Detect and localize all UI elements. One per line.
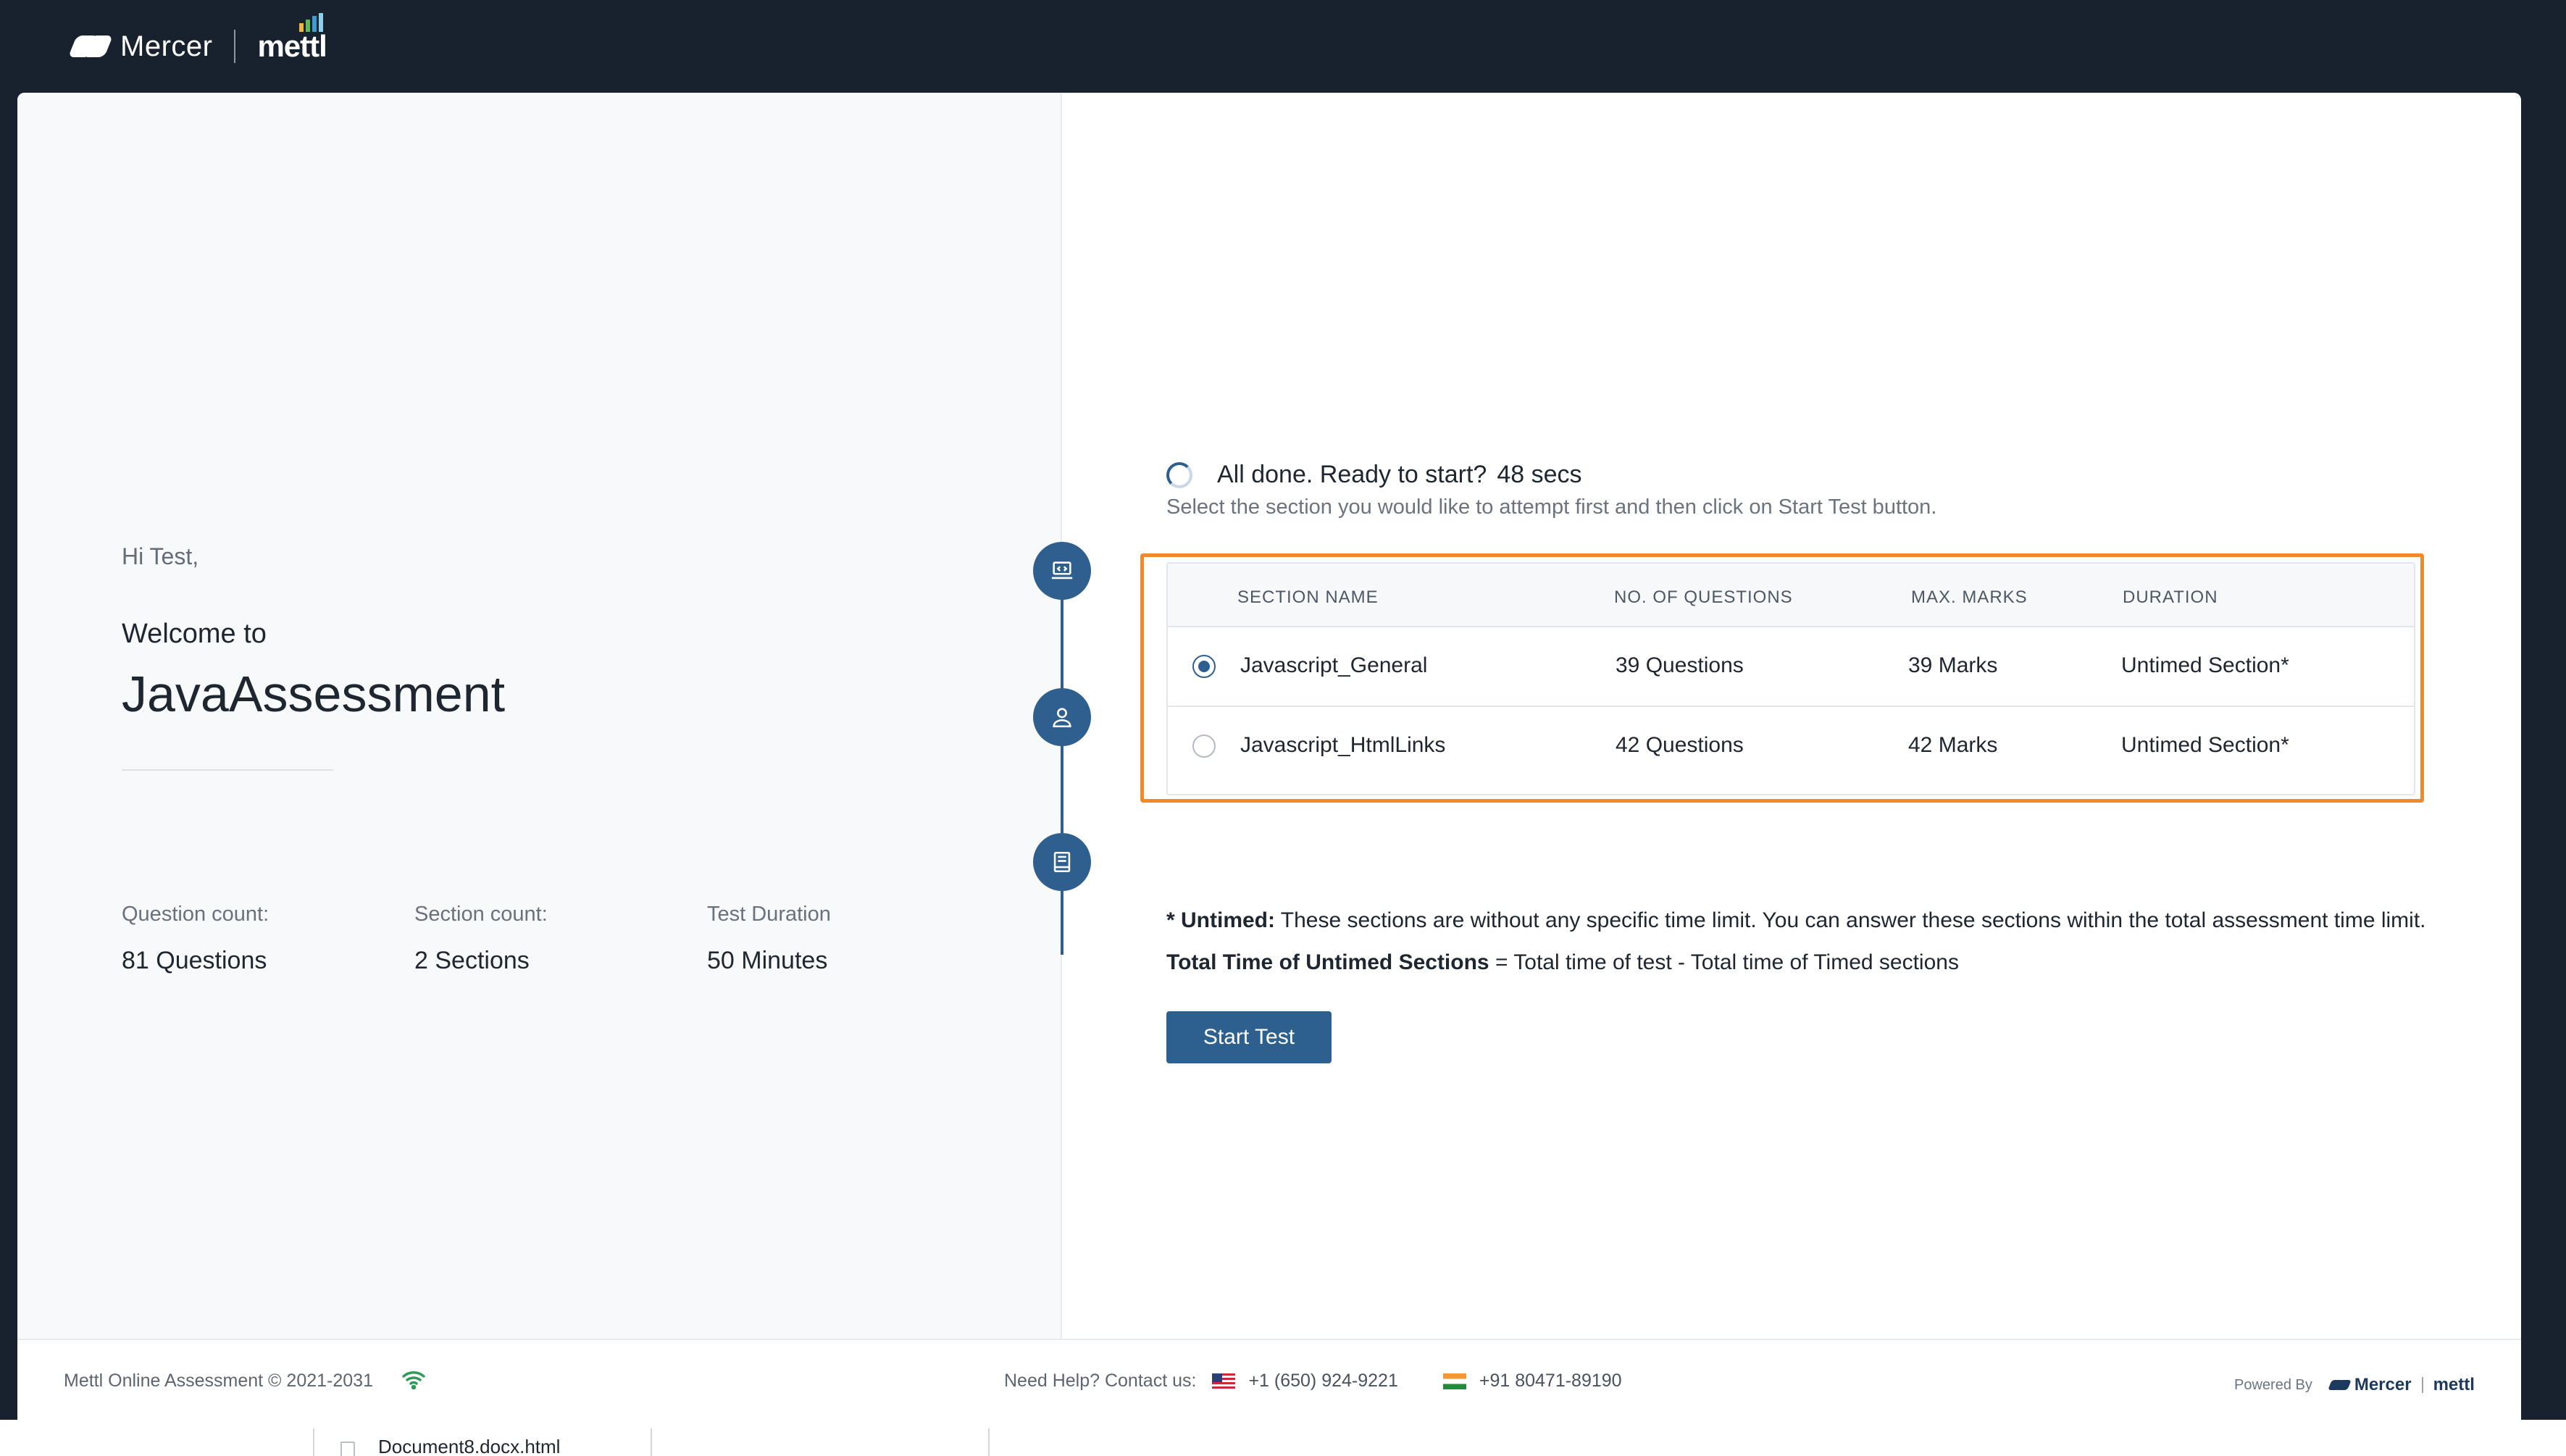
mettl-bars-icon — [298, 13, 323, 32]
step-instructions — [1033, 833, 1091, 891]
column-header: Duration — [2123, 587, 2218, 607]
section-radio-selected[interactable] — [1192, 655, 1216, 678]
column-header: No. of Questions — [1614, 587, 1793, 607]
formula-text: = Total time of test - Total time of Tim… — [1489, 950, 1959, 974]
section-name: Javascript_General — [1240, 653, 1428, 677]
product-name-text: mettl — [257, 29, 327, 63]
phone-us[interactable]: +1 (650) 924-9221 — [1248, 1371, 1397, 1392]
greeting: Hi Test, — [122, 543, 199, 569]
test-name: JavaAssessment — [122, 666, 506, 722]
step-system-check — [1033, 542, 1091, 600]
footer: Mettl Online Assessment © 2021-2031 Need… — [17, 1339, 2521, 1420]
start-test-button[interactable]: Start Test — [1166, 1011, 1332, 1063]
powered-product: mettl — [2433, 1375, 2475, 1394]
logo-divider — [2421, 1377, 2423, 1393]
question-count: Question count: 81 Questions — [122, 903, 269, 975]
section-radio[interactable] — [1192, 735, 1216, 758]
marks-cell: 39 Marks — [1908, 653, 1998, 677]
stat-label: Section count: — [414, 903, 548, 926]
ready-status: All done. Ready to start? 48 secs — [1166, 461, 1582, 489]
phone-in[interactable]: +91 80471-89190 — [1479, 1371, 1622, 1392]
brand-logo: Mercer mettl — [67, 13, 327, 68]
question-count-cell: 39 Questions — [1616, 653, 1744, 677]
formula-label: Total Time of Untimed Sections — [1166, 950, 1489, 974]
welcome-panel: Hi Test, Welcome to JavaAssessment Quest… — [17, 93, 1062, 1339]
powered-logo: Mercer mettl — [2328, 1375, 2475, 1395]
file-icon — [340, 1442, 355, 1456]
countdown: 48 secs — [1497, 461, 1582, 488]
marks-cell: 42 Marks — [1908, 733, 1998, 757]
stat-value: 2 Sections — [414, 947, 530, 974]
duration-cell: Untimed Section* — [2121, 653, 2289, 677]
stat-value: 81 Questions — [122, 947, 267, 974]
book-icon — [1053, 851, 1071, 873]
powered-label: Powered By — [2234, 1376, 2312, 1393]
column-header: Max. Marks — [1911, 587, 2028, 607]
shelf-divider — [651, 1428, 652, 1456]
section-count: Section count: 2 Sections — [414, 903, 548, 975]
us-flag-icon — [1212, 1373, 1236, 1389]
section-name: Javascript_HtmlLinks — [1240, 733, 1446, 757]
stat-label: Test Duration — [707, 903, 831, 926]
column-header: Section Name — [1237, 587, 1379, 607]
untimed-text: These sections are without any specific … — [1275, 908, 2426, 932]
powered-brand: Mercer — [2354, 1375, 2412, 1394]
copyright: Mettl Online Assessment © 2021-2031 — [64, 1371, 373, 1391]
shelf-divider — [988, 1428, 990, 1456]
wifi-icon — [402, 1371, 425, 1389]
untimed-note: * Untimed: These sections are without an… — [1166, 908, 2426, 933]
loading-spinner-icon — [1166, 461, 1192, 488]
main-card: Hi Test, Welcome to JavaAssessment Quest… — [17, 93, 2521, 1339]
divider — [122, 769, 333, 771]
welcome-line: Welcome to — [122, 619, 267, 649]
download-shelf: Document8.docx.html — [0, 1420, 2566, 1456]
ready-title: All done. Ready to start? — [1217, 461, 1487, 488]
brand-name: Mercer — [120, 30, 213, 62]
help-contact: Need Help? Contact us: +1 (650) 924-9221… — [1004, 1371, 1622, 1392]
india-flag-icon — [1442, 1373, 1466, 1389]
instruction-text: Select the section you would like to att… — [1166, 495, 1937, 519]
table-row[interactable]: Javascript_HtmlLinks 42 Questions 42 Mar… — [1168, 706, 2414, 784]
timeline-line — [1061, 569, 1063, 955]
table-header: Section Name No. of Questions Max. Marks… — [1168, 564, 2414, 627]
stat-label: Question count: — [122, 903, 269, 926]
user-icon — [1053, 708, 1071, 728]
laptop-code-icon — [1051, 561, 1073, 580]
step-profile — [1033, 688, 1091, 746]
top-bar: Mercer mettl — [0, 0, 2566, 93]
duration-cell: Untimed Section* — [2121, 733, 2289, 757]
help-label: Need Help? Contact us: — [1004, 1371, 1197, 1391]
mercer-logo-icon — [67, 34, 114, 59]
download-item[interactable]: Document8.docx.html — [378, 1436, 560, 1456]
sections-table: Section Name No. of Questions Max. Marks… — [1166, 562, 2415, 795]
test-duration: Test Duration 50 Minutes — [707, 903, 831, 975]
question-count-cell: 42 Questions — [1616, 733, 1744, 757]
stat-value: 50 Minutes — [707, 947, 828, 974]
powered-by: Powered By Mercer mettl — [2234, 1375, 2475, 1395]
untimed-formula: Total Time of Untimed Sections = Total t… — [1166, 950, 1959, 975]
product-name: mettl — [257, 13, 327, 64]
untimed-label: * Untimed: — [1166, 908, 1275, 932]
shelf-divider — [313, 1428, 314, 1456]
mercer-logo-icon — [2328, 1379, 2352, 1391]
brand-divider — [234, 30, 236, 63]
table-row[interactable]: Javascript_General 39 Questions 39 Marks… — [1168, 627, 2414, 706]
